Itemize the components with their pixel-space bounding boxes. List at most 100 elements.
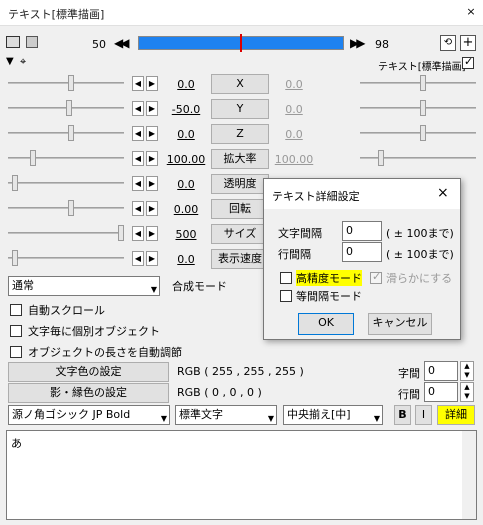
param-slider-left-track[interactable] (8, 82, 124, 84)
param-label-button[interactable]: Z (211, 124, 269, 144)
param-decrement-icon[interactable]: ◀ (132, 101, 144, 116)
param-start-value[interactable]: 0.0 (166, 178, 206, 191)
align-select[interactable]: 中央揃え[中] ▼ (283, 405, 383, 425)
param-end-value[interactable]: 0.0 (274, 103, 314, 116)
param-increment-icon[interactable]: ▶ (146, 251, 158, 266)
line-spacing-spinner[interactable]: ▲ ▼ (460, 382, 474, 402)
param-slider-right-thumb[interactable] (420, 75, 426, 91)
param-slider-right-thumb[interactable] (378, 150, 384, 166)
detail-button[interactable]: 詳細 (437, 405, 475, 425)
dialog-char-spacing-input[interactable]: 0 (342, 221, 382, 241)
param-decrement-icon[interactable]: ◀ (132, 226, 144, 241)
hq-mode-checkbox[interactable] (280, 272, 292, 284)
param-slider-left-thumb[interactable] (68, 125, 74, 141)
collapse-icon[interactable]: ▼ (6, 56, 14, 67)
add-icon[interactable]: + (460, 35, 476, 51)
text-style-select[interactable]: 標準文字 ▼ (175, 405, 277, 425)
param-slider-left-thumb[interactable] (12, 250, 18, 266)
chevron-down-icon: ▼ (373, 414, 380, 423)
loop-icon[interactable]: ⟲ (440, 35, 456, 51)
blend-mode-select[interactable]: 通常 ▼ (8, 276, 160, 296)
text-content-area[interactable]: あ (6, 430, 477, 520)
char-spacing-input[interactable]: 0 (424, 361, 458, 381)
param-slider-right-track[interactable] (360, 132, 476, 134)
param-decrement-icon[interactable]: ◀ (132, 151, 144, 166)
param-slider-right-track[interactable] (360, 82, 476, 84)
param-slider-left-track[interactable] (8, 132, 124, 134)
playhead[interactable] (240, 34, 242, 52)
text-color-button[interactable]: 文字色の設定 (8, 362, 169, 382)
align-value: 中央揃え[中] (287, 408, 351, 421)
param-increment-icon[interactable]: ▶ (146, 226, 158, 241)
close-icon[interactable]: × (463, 4, 479, 20)
param-label-button[interactable]: X (211, 74, 269, 94)
param-label-button[interactable]: 回転 (211, 199, 269, 219)
param-label-button[interactable]: 透明度 (211, 174, 269, 194)
next-frame-icon[interactable]: ▶▶ (350, 36, 366, 50)
param-increment-icon[interactable]: ▶ (146, 76, 158, 91)
param-slider-left-thumb[interactable] (66, 100, 72, 116)
param-increment-icon[interactable]: ▶ (146, 126, 158, 141)
param-decrement-icon[interactable]: ◀ (132, 176, 144, 191)
param-slider-left-track[interactable] (8, 257, 124, 259)
param-increment-icon[interactable]: ▶ (146, 151, 158, 166)
param-start-value[interactable]: 0.00 (166, 203, 206, 216)
film-icon[interactable] (6, 36, 20, 48)
param-label-button[interactable]: サイズ (211, 224, 269, 244)
param-slider-right-thumb[interactable] (420, 100, 426, 116)
per-char-object-checkbox[interactable] (10, 325, 22, 337)
param-slider-left-track[interactable] (8, 207, 124, 209)
frame-bar[interactable] (138, 34, 344, 52)
dialog-close-icon[interactable]: × (437, 185, 449, 201)
param-start-value[interactable]: 0.0 (166, 128, 206, 141)
param-label-button[interactable]: 拡大率 (211, 149, 269, 169)
param-slider-left-thumb[interactable] (118, 225, 124, 241)
param-decrement-icon[interactable]: ◀ (132, 76, 144, 91)
shadow-color-rgb: RGB ( 0 , 0 , 0 ) (177, 386, 262, 399)
layer-enable-checkbox[interactable]: ✓ (462, 55, 474, 69)
char-spacing-spinner[interactable]: ▲ ▼ (460, 361, 474, 381)
param-slider-left-track[interactable] (8, 232, 124, 234)
param-end-value[interactable]: 100.00 (274, 153, 314, 166)
param-start-value[interactable]: 100.00 (166, 153, 206, 166)
ok-button[interactable]: OK (298, 313, 354, 335)
font-select[interactable]: 源ノ角ゴシック JP Bold ▼ (8, 405, 170, 425)
dialog-line-spacing-input[interactable]: 0 (342, 242, 382, 262)
prev-frame-icon[interactable]: ◀◀ (114, 36, 130, 50)
shadow-color-button[interactable]: 影・縁色の設定 (8, 383, 169, 403)
param-end-value[interactable]: 0.0 (274, 78, 314, 91)
param-increment-icon[interactable]: ▶ (146, 101, 158, 116)
scrollbar[interactable] (462, 431, 476, 519)
param-decrement-icon[interactable]: ◀ (132, 251, 144, 266)
param-increment-icon[interactable]: ▶ (146, 201, 158, 216)
line-spacing-input[interactable]: 0 (424, 382, 458, 402)
param-slider-left-track[interactable] (8, 157, 124, 159)
mouse-icon: ⌖ (20, 55, 27, 68)
mono-mode-checkbox[interactable] (280, 290, 292, 302)
param-start-value[interactable]: -50.0 (166, 103, 206, 116)
italic-button[interactable]: I (415, 405, 432, 425)
param-decrement-icon[interactable]: ◀ (132, 201, 144, 216)
param-start-value[interactable]: 0.0 (166, 253, 206, 266)
param-decrement-icon[interactable]: ◀ (132, 126, 144, 141)
auto-scroll-checkbox[interactable] (10, 304, 22, 316)
chevron-down-icon: ▼ (150, 285, 157, 294)
dialog-line-spacing-label: 行間隔 (278, 248, 311, 261)
param-slider-left-thumb[interactable] (12, 175, 18, 191)
param-end-value[interactable]: 0.0 (274, 128, 314, 141)
param-increment-icon[interactable]: ▶ (146, 176, 158, 191)
param-start-value[interactable]: 500 (166, 228, 206, 241)
param-slider-left-thumb[interactable] (30, 150, 36, 166)
bold-button[interactable]: B (394, 405, 411, 425)
image-icon[interactable] (26, 36, 38, 48)
auto-length-checkbox[interactable] (10, 346, 22, 358)
param-slider-right-thumb[interactable] (420, 125, 426, 141)
param-slider-left-thumb[interactable] (68, 75, 74, 91)
param-label-button[interactable]: Y (211, 99, 269, 119)
param-slider-left-track[interactable] (8, 182, 124, 184)
param-start-value[interactable]: 0.0 (166, 78, 206, 91)
param-label-button[interactable]: 表示速度 (211, 249, 269, 269)
param-slider-right-track[interactable] (360, 107, 476, 109)
cancel-button[interactable]: キャンセル (368, 313, 432, 335)
param-slider-left-thumb[interactable] (68, 200, 74, 216)
